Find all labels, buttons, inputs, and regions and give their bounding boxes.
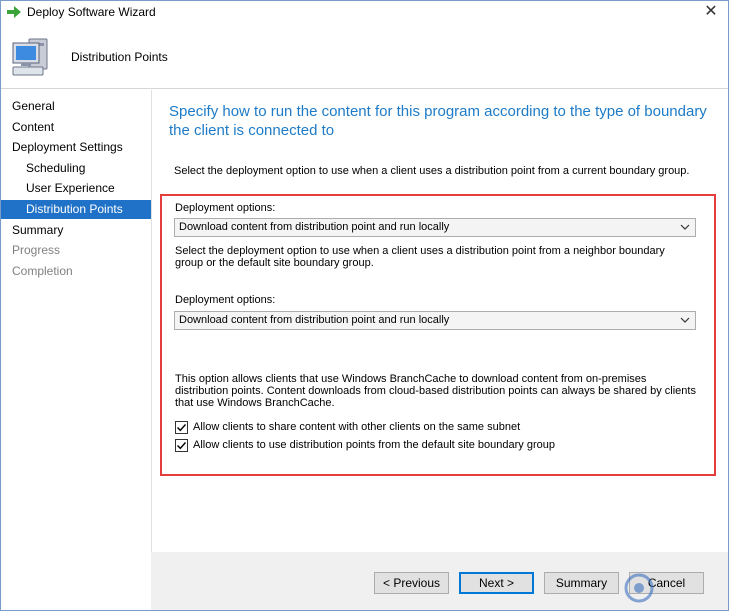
chevron-down-icon [680,224,690,230]
watermark-logo [623,566,727,606]
green-arrow-icon [7,6,21,18]
sidebar-item-completion: Completion [12,264,73,278]
wizard-header: Distribution Points [1,25,728,89]
highlight-box: Deployment options: Download content fro… [160,194,716,476]
deployment-options-select-2[interactable]: Download content from distribution point… [174,311,696,330]
window-title: Deploy Software Wizard [27,5,156,19]
sidebar-item-content[interactable]: Content [1,118,151,137]
sidebar-item-general[interactable]: General [1,97,151,116]
deployment-options-label-2: Deployment options: [175,294,276,306]
sidebar-item-user-experience[interactable]: User Experience [1,179,151,198]
check-icon [177,442,187,450]
main-panel: Specify how to run the content for this … [151,90,728,552]
sidebar-item-progress: Progress [12,243,61,257]
branchcache-description: This option allows clients that use Wind… [175,373,696,409]
deployment-options-value-1: Download content from distribution point… [179,221,450,233]
content-area: Specify how to run the content for this … [151,90,728,552]
wizard-window: Deploy Software Wizard ✕ Distribution Po… [0,0,729,611]
current-boundary-description: Select the deployment option to use when… [174,165,690,177]
deployment-options-value-2: Download content from distribution point… [179,314,450,326]
sidebar-item-scheduling[interactable]: Scheduling [1,159,151,178]
computer-icon [12,38,48,76]
next-button[interactable]: Next > [459,572,534,594]
deployment-options-select-1[interactable]: Download content from distribution point… [174,218,696,237]
sidebar-item-summary[interactable]: Summary [1,221,151,240]
wizard-sidebar: General Content Deployment Settings Sche… [1,90,151,610]
sidebar-item-distribution-points[interactable]: Distribution Points [1,200,151,219]
close-button[interactable]: ✕ [700,3,722,21]
neighbor-boundary-description: Select the deployment option to use when… [175,245,665,269]
deployment-options-label-1: Deployment options: [175,202,276,214]
default-boundary-checkbox[interactable] [175,439,188,452]
watermark-gear-icon [624,573,654,603]
previous-button[interactable]: < Previous [374,572,449,594]
title-bar: Deploy Software Wizard ✕ [1,1,728,25]
page-heading: Specify how to run the content for this … [169,103,707,139]
check-icon [177,424,187,432]
default-boundary-option[interactable]: Allow clients to use distribution points… [175,439,695,453]
default-boundary-label: Allow clients to use distribution points… [193,439,555,451]
share-content-option[interactable]: Allow clients to share content with othe… [175,421,695,435]
summary-button[interactable]: Summary [544,572,619,594]
page-title: Distribution Points [71,50,168,64]
share-content-label: Allow clients to share content with othe… [193,421,521,433]
chevron-down-icon [680,317,690,323]
sidebar-item-deployment-settings[interactable]: Deployment Settings [1,138,151,157]
share-content-checkbox[interactable] [175,421,188,434]
